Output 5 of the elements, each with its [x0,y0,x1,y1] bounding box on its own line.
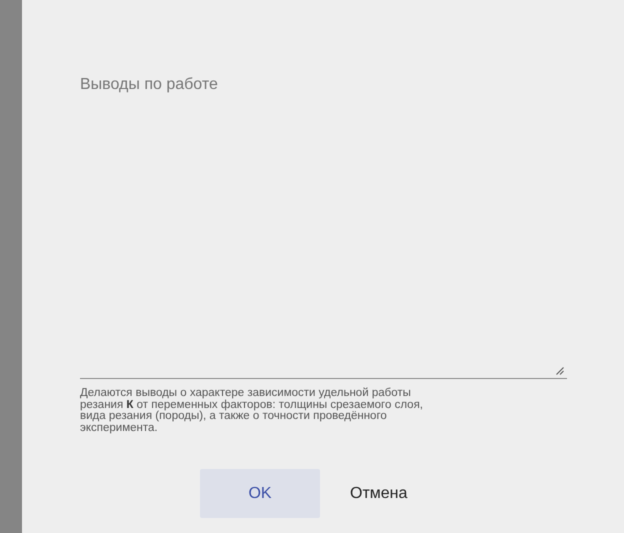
cancel-button[interactable]: Отмена [338,469,420,518]
resize-handle-icon[interactable] [556,367,564,375]
field-label: Выводы по работе [80,75,219,95]
ok-button[interactable]: OK [200,469,320,518]
hint-text: Делаются выводы о характере зависимости удельной работы резания К от переменных факторов: толщины срезаемого слоя, вида резания (породы), а также о точности проведённого эксперимента. [80,388,424,434]
